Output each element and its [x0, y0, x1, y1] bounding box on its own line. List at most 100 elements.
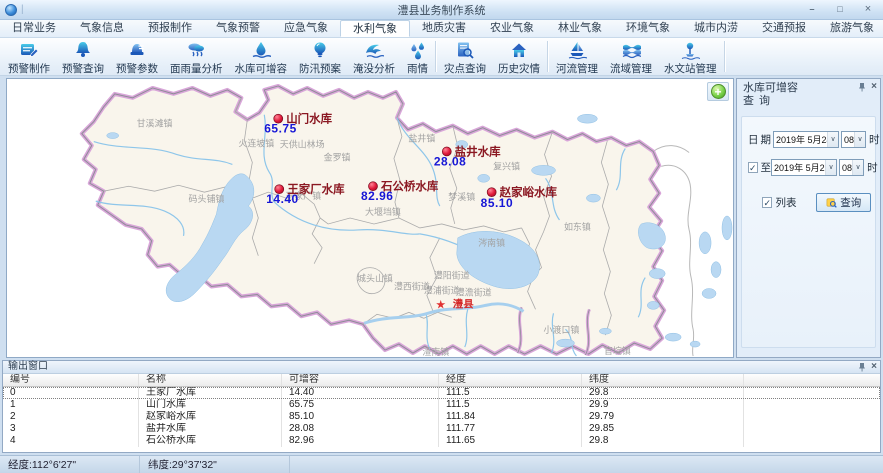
menu-tab-urban-flood[interactable]: 城市内涝: [682, 20, 750, 37]
maximize-button[interactable]: [829, 3, 851, 17]
warning-params-label: 预警参数: [116, 61, 158, 76]
panel-subtitle: 查 询: [743, 95, 874, 108]
to-label: 至: [761, 160, 772, 175]
warning-query-label: 预警查询: [62, 61, 104, 76]
table-cell: 2: [3, 411, 139, 423]
title-bar: | 澧县业务制作系统: [0, 0, 883, 20]
ribbon-toolbar: 预警制作预警查询预警参数面雨量分析水库可增容防汛预案淹没分析雨情灾点查询历史灾情…: [0, 38, 883, 76]
list-checkbox[interactable]: [762, 197, 772, 208]
from-date-select[interactable]: 2019年 5月24日: [773, 131, 839, 148]
town-label: 澧阳街道: [434, 270, 470, 281]
menu-tab-forecast-make[interactable]: 预报制作: [136, 20, 204, 37]
menu-tab-agri-weather[interactable]: 农业气象: [478, 20, 546, 37]
area-rainfall-analysis-button[interactable]: 面雨量分析: [164, 38, 229, 75]
to-hour-select[interactable]: 08: [839, 159, 864, 176]
status-bar: 经度:112°6'27" 纬度:29°37'32": [0, 455, 883, 473]
table-row[interactable]: 4石公桥水库82.96111.6529.8: [3, 435, 880, 447]
table-cell: 111.84: [439, 411, 582, 423]
close-button[interactable]: [857, 3, 879, 17]
table-row[interactable]: 0王家厂水库14.40111.529.8: [3, 387, 880, 399]
hydrostation-management-label: 水文站管理: [664, 61, 717, 76]
town-label: 大堰垱镇: [365, 206, 401, 217]
query-button[interactable]: 查询: [816, 193, 871, 212]
list-label: 列表: [775, 195, 796, 210]
history-disaster-button[interactable]: 历史灾情: [492, 38, 546, 75]
basin-management-button[interactable]: 流域管理: [604, 38, 658, 75]
menu-tab-traffic-forecast[interactable]: 交通预报: [750, 20, 818, 37]
river-management-button[interactable]: 河流管理: [550, 38, 604, 75]
menu-tab-weather-info[interactable]: 气象信息: [68, 20, 136, 37]
table-cell: 28.08: [282, 423, 439, 435]
to-date-select[interactable]: 2019年 5月25日: [771, 159, 837, 176]
rain-condition-button[interactable]: 雨情: [401, 38, 434, 75]
table-cell: 4: [3, 435, 139, 447]
warning-create-button[interactable]: 预警制作: [2, 38, 56, 75]
town-label: 甘溪滩镇: [137, 118, 173, 129]
column-header[interactable]: 名称: [139, 374, 282, 386]
column-header[interactable]: 经度: [439, 374, 582, 386]
flood-control-plan-button[interactable]: 防汛预案: [293, 38, 347, 75]
table-cell-filler: [744, 411, 880, 423]
menu-tab-water-weather[interactable]: 水利气象: [340, 20, 410, 37]
town-label: 涔南镇: [478, 237, 505, 248]
minimize-button[interactable]: [801, 3, 823, 17]
output-title: 输出窗口: [8, 361, 48, 372]
reservoir-query-panel: 水库可增容 查 询 日期 2019年 5月24日 08 时: [736, 78, 881, 358]
output-pin-icon[interactable]: [857, 362, 867, 372]
table-cell: 29.85: [582, 423, 744, 435]
inundation-analysis-button[interactable]: 淹没分析: [347, 38, 401, 75]
warning-params-button[interactable]: 预警参数: [110, 38, 164, 75]
table-row[interactable]: 1山门水库65.75111.529.9: [3, 399, 880, 411]
hydrostation-management-button[interactable]: 水文站管理: [658, 38, 723, 75]
table-cell: 85.10: [282, 411, 439, 423]
column-header[interactable]: 编号: [3, 374, 139, 386]
ribbon-group-separator: [547, 41, 549, 72]
alert-bell-icon: [73, 40, 93, 60]
town-label: 梦溪镇: [448, 191, 475, 202]
table-cell: 29.8: [582, 387, 744, 399]
town-label: 火连坡镇: [238, 138, 274, 149]
output-close-icon[interactable]: [871, 362, 877, 372]
warning-create-label: 预警制作: [8, 61, 50, 76]
from-hour-select[interactable]: 08: [841, 131, 866, 148]
menu-tab-emergency-weather[interactable]: 应急气象: [272, 20, 340, 37]
warning-query-button[interactable]: 预警查询: [56, 38, 110, 75]
table-cell: 29.79: [582, 411, 744, 423]
reservoir-capacity-button[interactable]: 水库可增容: [229, 38, 294, 75]
table-cell: 29.9: [582, 399, 744, 411]
chevron-down-icon: [827, 132, 838, 147]
menu-tab-tourism-weather[interactable]: 旅游气象: [818, 20, 883, 37]
menu-tab-daily-business[interactable]: 日常业务: [0, 20, 68, 37]
inundation-analysis-label: 淹没分析: [353, 61, 395, 76]
column-header[interactable]: 可增容: [282, 374, 439, 386]
to-date-checkbox[interactable]: [748, 162, 758, 173]
table-row[interactable]: 2赵家峪水库85.10111.8429.79: [3, 411, 880, 423]
town-label: 城头山镇: [357, 273, 393, 284]
column-header[interactable]: 纬度: [582, 374, 744, 386]
table-cell: 石公桥水库: [139, 435, 282, 447]
menu-tab-geo-disaster[interactable]: 地质灾害: [410, 20, 478, 37]
chevron-down-icon: [852, 160, 863, 175]
chevron-down-icon: [854, 132, 865, 147]
map-canvas[interactable]: 甘溪滩镇火连坡镇天供山林场金罗镇盐井镇复兴镇码头铺镇王家厂镇梦溪镇大堰垱镇涔南镇…: [6, 78, 734, 358]
reservoir-value-label: 82.96: [361, 189, 393, 203]
table-cell: 1: [3, 399, 139, 411]
zoom-in-button[interactable]: +: [711, 84, 726, 99]
drop-wave-icon: [251, 40, 271, 60]
hour-suffix: 时: [869, 132, 880, 147]
menu-tab-forest-weather[interactable]: 林业气象: [546, 20, 614, 37]
chevron-down-icon: [825, 160, 836, 175]
disaster-point-query-button[interactable]: 灾点查询: [438, 38, 492, 75]
ribbon-group-separator: [435, 41, 437, 72]
disaster-point-query-label: 灾点查询: [444, 61, 486, 76]
table-row[interactable]: 3盐井水库28.08111.7729.85: [3, 423, 880, 435]
pin-icon[interactable]: [857, 82, 867, 92]
river-management-label: 河流管理: [556, 61, 598, 76]
panel-close-icon[interactable]: [871, 82, 877, 92]
reservoir-value-label: 28.08: [434, 154, 466, 168]
table-cell: 0: [3, 387, 139, 399]
reservoir-capacity-label: 水库可增容: [235, 61, 288, 76]
table-cell: 111.5: [439, 387, 582, 399]
menu-tab-env-weather[interactable]: 环境气象: [614, 20, 682, 37]
menu-tab-weather-warning[interactable]: 气象预警: [204, 20, 272, 37]
